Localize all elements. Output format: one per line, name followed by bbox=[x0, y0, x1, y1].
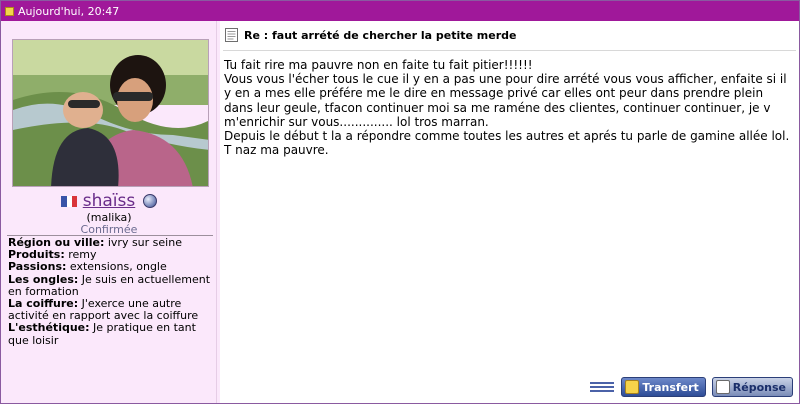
title-divider bbox=[223, 50, 796, 51]
reply-icon bbox=[715, 380, 730, 394]
post-title-row: Re : faut arrété de chercher la petite m… bbox=[225, 28, 516, 42]
info-label: Produits: bbox=[8, 248, 65, 262]
post-title: Re : faut arrété de chercher la petite m… bbox=[244, 28, 517, 42]
transfer-label: Transfert bbox=[642, 380, 699, 394]
post-header: Aujourd'hui, 20:47 bbox=[1, 1, 799, 21]
info-label: Les ongles: bbox=[8, 272, 79, 286]
document-icon bbox=[225, 28, 238, 42]
info-label: Passions: bbox=[8, 260, 67, 274]
author-avatar[interactable] bbox=[12, 39, 209, 187]
info-value: remy bbox=[64, 248, 97, 262]
info-field: La coiffure: J'exerce une autre activité… bbox=[8, 297, 212, 322]
post-content: Re : faut arrété de chercher la petite m… bbox=[220, 21, 799, 403]
info-field: L'esthétique: Je pratique en tant que lo… bbox=[8, 321, 212, 347]
info-label: L'esthétique: bbox=[8, 321, 90, 335]
post-date: Aujourd'hui, 20:47 bbox=[18, 4, 120, 18]
post-bullet-icon bbox=[5, 6, 14, 16]
back-to-top-icon[interactable] bbox=[589, 379, 615, 395]
info-value: extensions, ongle bbox=[66, 260, 167, 274]
avatar-photo bbox=[13, 40, 208, 186]
post-body: Tu fait rire ma pauvre non en faite tu f… bbox=[224, 58, 790, 158]
info-label: Région ou ville: bbox=[8, 236, 105, 249]
reply-label: Réponse bbox=[732, 380, 786, 394]
author-sidebar: shaïss (malika) Confirmée Région ou vill… bbox=[1, 21, 217, 403]
info-label: La coiffure: bbox=[8, 297, 79, 311]
author-info: Région ou ville: ivry sur seine Produits… bbox=[8, 236, 212, 347]
france-flag-icon bbox=[61, 195, 78, 207]
info-field: Les ongles: Je suis en actuellement en f… bbox=[8, 272, 212, 298]
status-orb-icon bbox=[142, 194, 157, 208]
forum-post: Aujourd'hui, 20:47 shaïss (malika) Confi… bbox=[0, 0, 800, 404]
reply-button[interactable]: Réponse bbox=[711, 377, 793, 397]
author-name-line: shaïss bbox=[1, 191, 217, 211]
transfer-icon bbox=[625, 380, 640, 394]
transfer-button[interactable]: Transfert bbox=[621, 377, 706, 397]
post-actions: Transfert Réponse bbox=[589, 377, 793, 397]
author-username[interactable]: shaïss bbox=[83, 191, 136, 211]
info-value: ivry sur seine bbox=[104, 236, 182, 249]
